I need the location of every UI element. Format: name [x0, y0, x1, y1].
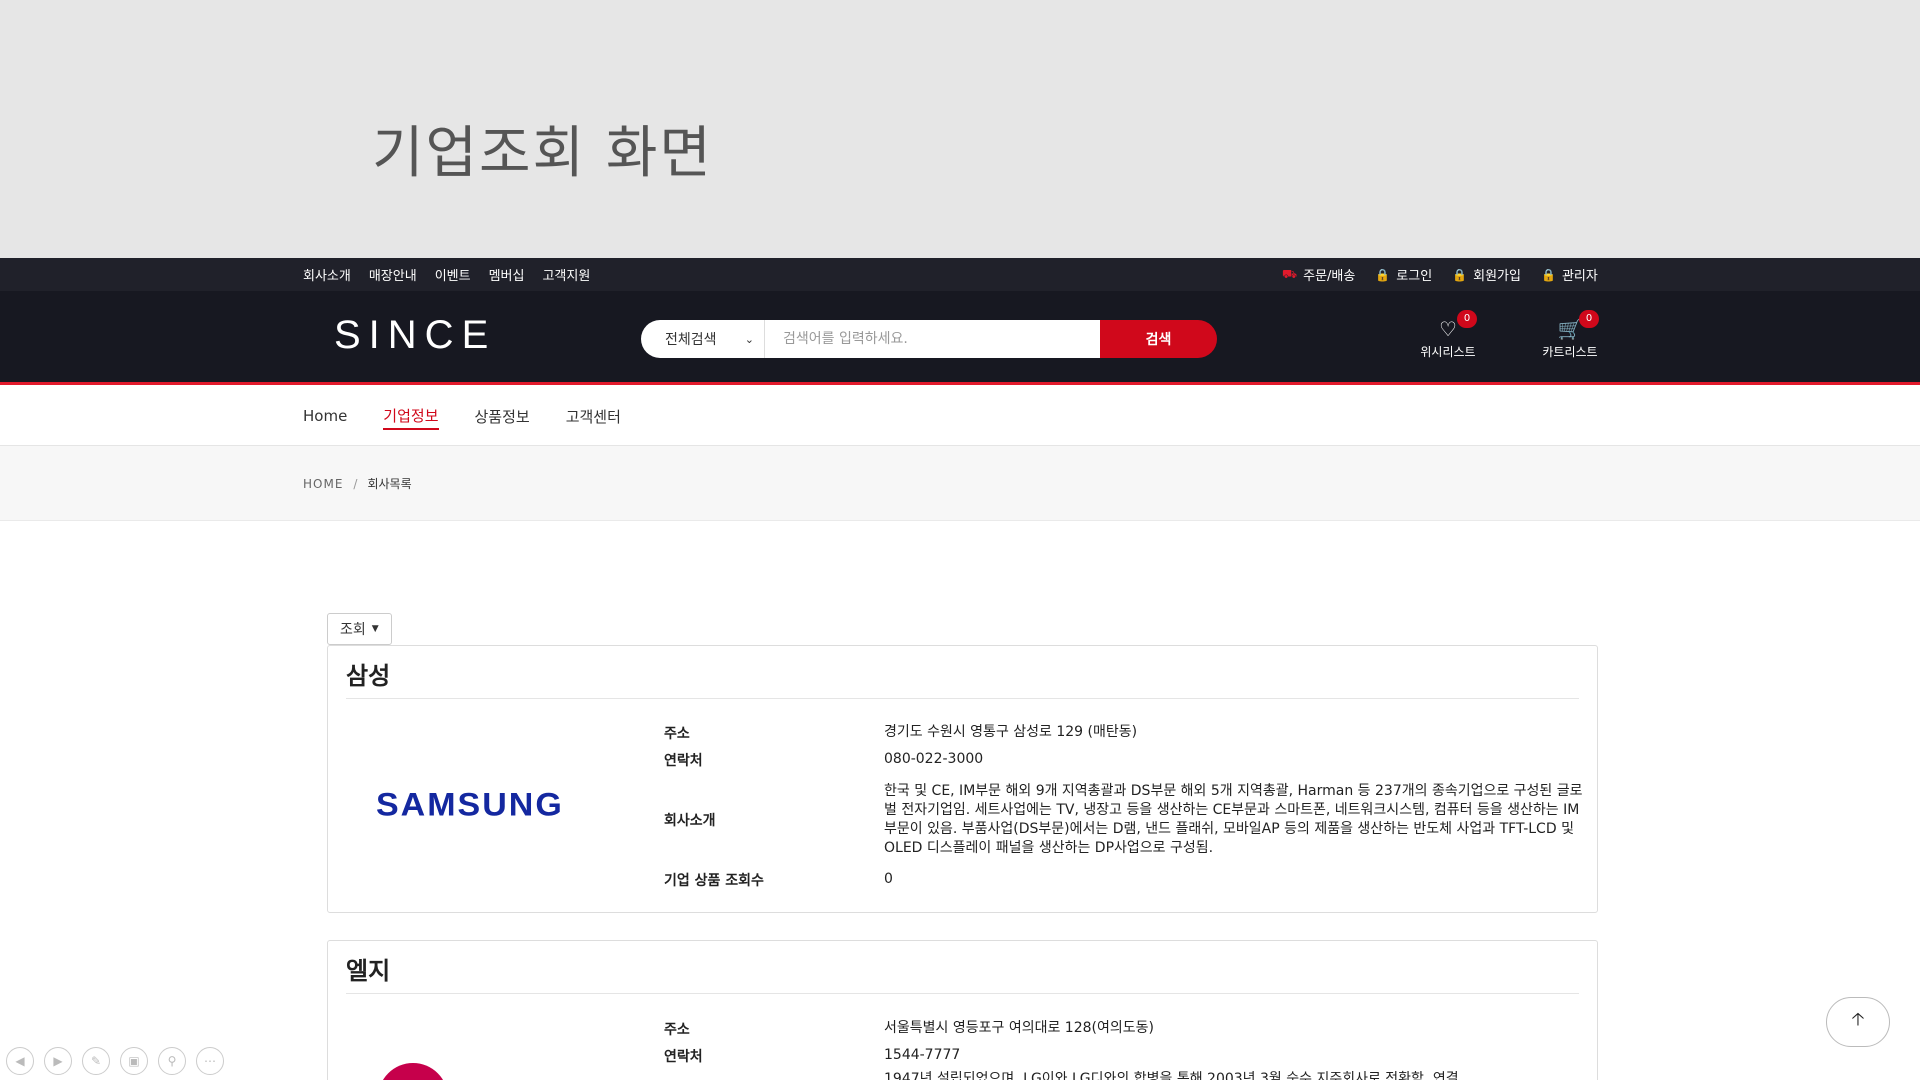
- zoom-icon[interactable]: ⚲: [158, 1047, 186, 1075]
- cart-count-badge: 0: [1579, 310, 1599, 328]
- prev-icon[interactable]: ◀: [6, 1047, 34, 1075]
- address-value: 서울특별시 영등포구 여의대로 128(여의도동): [884, 1020, 1154, 1036]
- pen-icon[interactable]: ✎: [82, 1047, 110, 1075]
- intro-label: [664, 1070, 884, 1080]
- top-link-membership[interactable]: 멤버십: [489, 265, 525, 284]
- search-bar: 전체검색 ⌄ 검색: [641, 320, 1217, 358]
- cart-button[interactable]: 🛒 0 카트리스트: [1525, 310, 1615, 360]
- company-views-row: 기업 상품 조회수 0: [664, 870, 1584, 890]
- site-header: SINCE 전체검색 ⌄ 검색 ♡ 0 위시리스트 🛒 0 카트리스트: [0, 291, 1920, 385]
- search-category-value: 전체검색: [665, 332, 717, 348]
- company-logo: SAMSUNG: [376, 786, 564, 825]
- company-phone-row: 연락처 1544-7777: [664, 1046, 1584, 1066]
- breadcrumb: HOME / 회사목록: [303, 446, 412, 521]
- scroll-to-top-button[interactable]: 🡡: [1826, 997, 1890, 1047]
- view-dropdown-label: 조회: [340, 622, 366, 638]
- company-intro-row: 회사소개 한국 및 CE, IM부문 해외 9개 지역총괄과 DS부문 해외 5…: [664, 772, 1584, 868]
- phone-label: 연락처: [664, 753, 703, 769]
- views-value: 0: [884, 871, 893, 887]
- nav-product-info[interactable]: 상품정보: [475, 406, 530, 429]
- truck-icon: ⛟: [1282, 266, 1298, 281]
- company-card: 엘지 주소 서울특별시 영등포구 여의대로 128(여의도동) 연락처 1544…: [327, 940, 1598, 1080]
- arrow-up-icon: 🡡: [1851, 1009, 1865, 1030]
- company-intro-row: 1947년 설립되었으며, LG이와 LG디와의 합병을 통해 2003년 3월…: [664, 1070, 1584, 1080]
- signup-link[interactable]: 🔒 회원가입: [1452, 265, 1521, 285]
- views-label: 기업 상품 조회수: [664, 873, 764, 889]
- search-category-select[interactable]: 전체검색 ⌄: [641, 320, 765, 358]
- top-right-links: ⛟ 주문/배송 🔒 로그인 🔒 회원가입 🔒 관리자: [1282, 258, 1598, 291]
- phone-value: 1544-7777: [884, 1047, 961, 1063]
- breadcrumb-current: 회사목록: [367, 477, 412, 491]
- company-address-row: 주소 경기도 수원시 영통구 삼성로 129 (매탄동): [664, 723, 1584, 743]
- admin-link[interactable]: 🔒 관리자: [1540, 265, 1598, 285]
- main-nav: Home 기업정보 상품정보 고객센터: [0, 388, 1920, 446]
- breadcrumb-separator: /: [353, 476, 358, 491]
- breadcrumb-home[interactable]: HOME: [303, 477, 343, 491]
- search-input[interactable]: [765, 320, 1100, 358]
- wishlist-button[interactable]: ♡ 0 위시리스트: [1403, 310, 1493, 360]
- intro-value: 한국 및 CE, IM부문 해외 9개 지역총괄과 DS부문 해외 5개 지역총…: [884, 783, 1583, 856]
- company-name: 엘지: [346, 957, 391, 985]
- admin-label: 관리자: [1561, 269, 1598, 284]
- heart-icon: ♡: [1439, 317, 1457, 341]
- slide-title: 기업조회 화면: [372, 121, 713, 186]
- top-left-links: 회사소개 매장안내 이벤트 멤버십 고객지원: [303, 258, 590, 291]
- phone-value: 080-022-3000: [884, 751, 984, 767]
- nav-home[interactable]: Home: [303, 407, 347, 427]
- phone-label: 연락처: [664, 1049, 703, 1065]
- card-divider: [346, 698, 1579, 699]
- company-phone-row: 연락처 080-022-3000: [664, 750, 1584, 770]
- signup-label: 회원가입: [1473, 269, 1521, 284]
- login-link[interactable]: 🔒 로그인: [1375, 265, 1433, 285]
- main-nav-items: Home 기업정보 상품정보 고객센터: [303, 388, 621, 446]
- top-link-support[interactable]: 고객지원: [542, 265, 590, 284]
- address-value: 경기도 수원시 영통구 삼성로 129 (매탄동): [884, 724, 1138, 740]
- search-button[interactable]: 검색: [1100, 320, 1217, 358]
- presentation-controls: ◀ ▶ ✎ ▣ ⚲ ⋯: [6, 1047, 224, 1075]
- nav-company-info[interactable]: 기업정보: [383, 405, 439, 430]
- view-dropdown-button[interactable]: 조회 ▼: [327, 613, 392, 645]
- address-label: 주소: [664, 726, 690, 742]
- breadcrumb-bar: HOME / 회사목록: [0, 446, 1920, 521]
- login-label: 로그인: [1396, 269, 1433, 284]
- company-name: 삼성: [346, 662, 391, 690]
- samsung-logo: SAMSUNG: [376, 786, 564, 824]
- top-link-company[interactable]: 회사소개: [303, 265, 351, 284]
- lg-logo: [378, 1063, 448, 1080]
- top-link-store[interactable]: 매장안내: [369, 265, 417, 284]
- lock-icon: 🔒: [1452, 267, 1468, 282]
- nav-customer-center[interactable]: 고객센터: [566, 406, 621, 429]
- slide-banner: 기업조회 화면: [0, 0, 1920, 258]
- cart-label: 카트리스트: [1542, 345, 1598, 359]
- company-logo: [378, 1063, 558, 1080]
- caret-down-icon: ▼: [371, 624, 379, 634]
- cart-icon: 🛒: [1557, 317, 1583, 341]
- wishlist-label: 위시리스트: [1420, 345, 1476, 359]
- order-delivery-link[interactable]: ⛟ 주문/배송: [1282, 265, 1356, 285]
- wishlist-count-badge: 0: [1457, 310, 1477, 328]
- chevron-down-icon: ⌄: [744, 332, 754, 346]
- card-divider: [346, 993, 1579, 994]
- order-delivery-label: 주문/배송: [1303, 269, 1356, 284]
- lock-icon: 🔒: [1540, 267, 1556, 282]
- top-link-event[interactable]: 이벤트: [435, 265, 471, 284]
- more-icon[interactable]: ⋯: [196, 1047, 224, 1075]
- address-label: 주소: [664, 1022, 690, 1038]
- next-icon[interactable]: ▶: [44, 1047, 72, 1075]
- top-utility-bar: 회사소개 매장안내 이벤트 멤버십 고객지원 ⛟ 주문/배송 🔒 로그인 🔒 회…: [0, 258, 1920, 291]
- intro-value: 1947년 설립되었으며, LG이와 LG디와의 합병을 통해 2003년 3월…: [884, 1071, 1459, 1080]
- lock-icon: 🔒: [1375, 267, 1391, 282]
- company-card: 삼성 SAMSUNG 주소 경기도 수원시 영통구 삼성로 129 (매탄동) …: [327, 645, 1598, 913]
- slides-icon[interactable]: ▣: [120, 1047, 148, 1075]
- intro-label: 회사소개: [664, 813, 716, 829]
- company-address-row: 주소 서울특별시 영등포구 여의대로 128(여의도동): [664, 1019, 1584, 1039]
- site-logo[interactable]: SINCE: [334, 313, 496, 358]
